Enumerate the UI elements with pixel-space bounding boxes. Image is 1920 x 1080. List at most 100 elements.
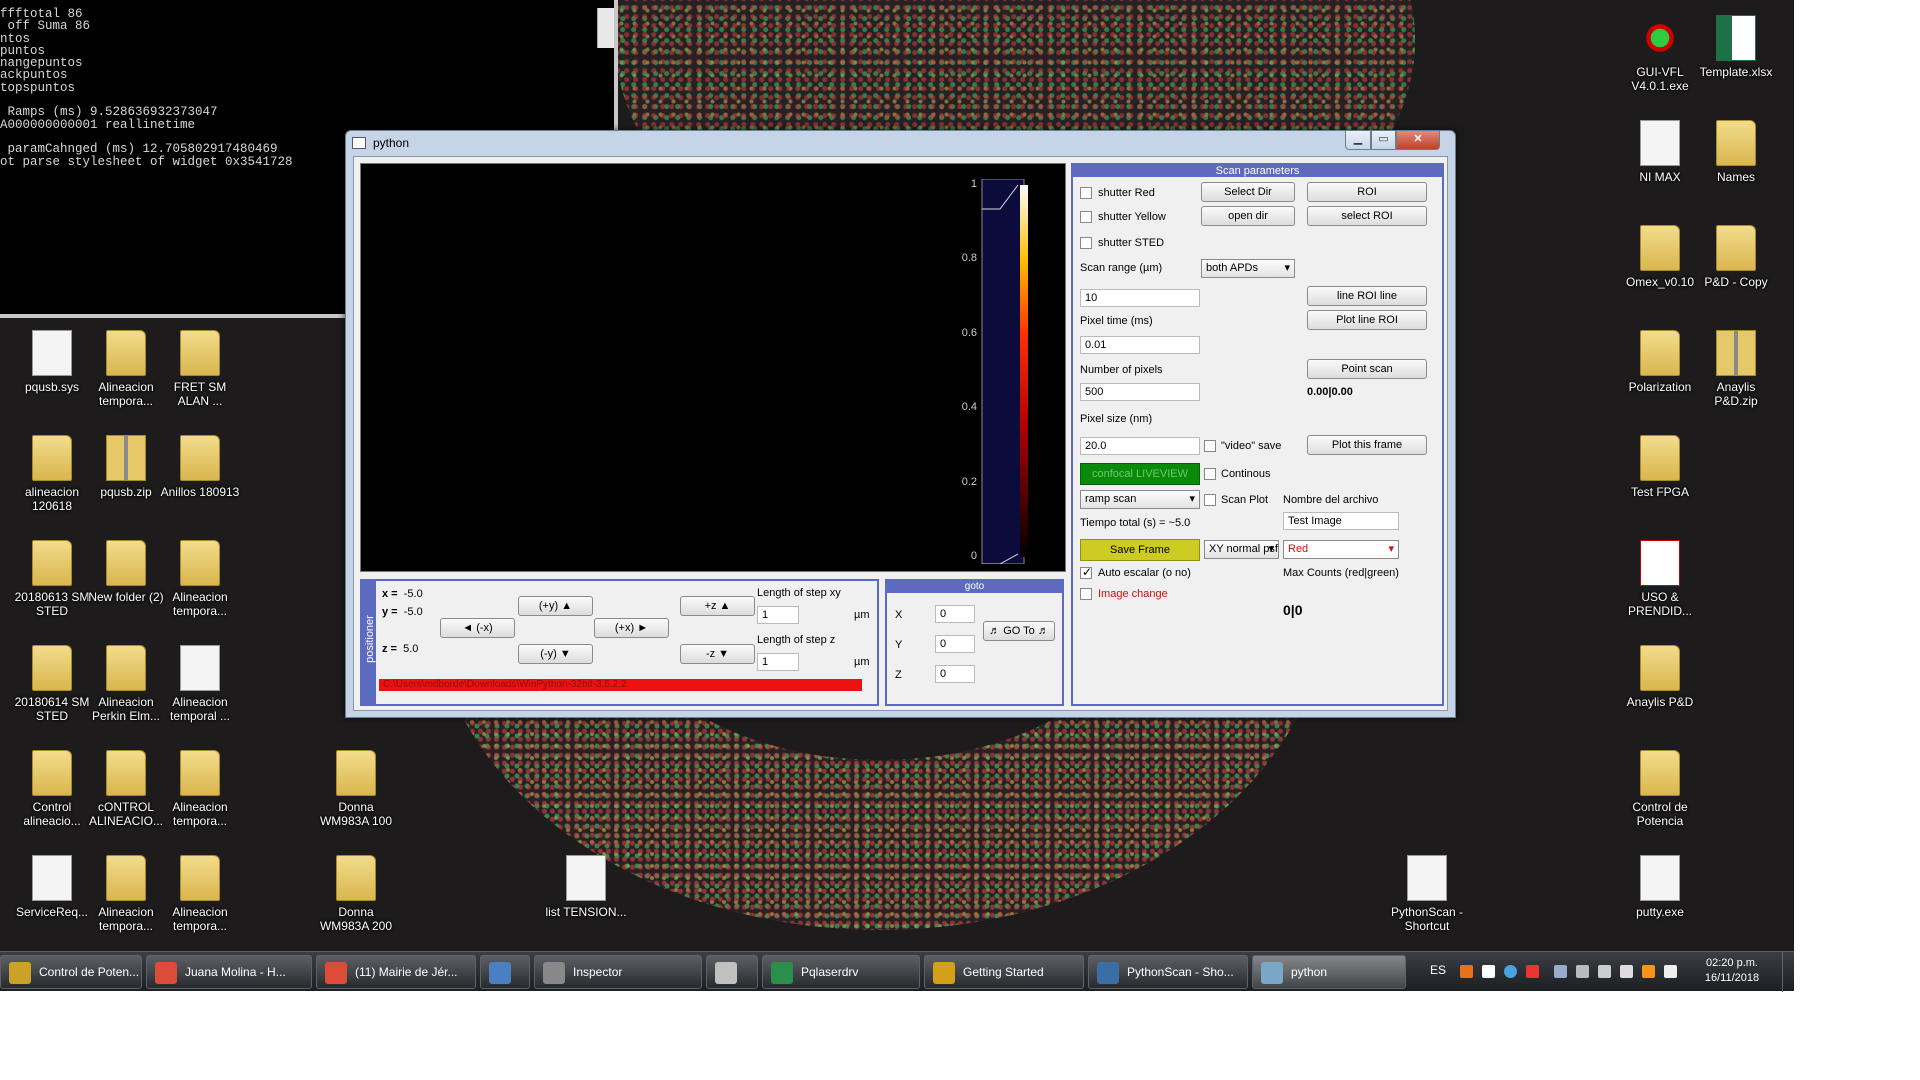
right-desktop-icon[interactable]: Polarization bbox=[1618, 330, 1702, 394]
taskbar-item[interactable]: (11) Mairie de Jér... bbox=[316, 955, 476, 989]
video-save-checkbox[interactable] bbox=[1204, 440, 1216, 452]
taskbar-item[interactable] bbox=[480, 955, 530, 989]
select-dir-button[interactable]: Select Dir bbox=[1201, 182, 1295, 202]
left-desktop-icon[interactable]: New folder (2) bbox=[84, 540, 168, 604]
plot-this-frame-button[interactable]: Plot this frame bbox=[1307, 435, 1427, 455]
left-desktop-icon[interactable]: pqusb.zip bbox=[84, 435, 168, 499]
shutter-yellow-checkbox[interactable] bbox=[1080, 211, 1092, 223]
ramp-scan-select[interactable]: ramp scan bbox=[1080, 490, 1200, 509]
taskbar-item[interactable]: Inspector bbox=[534, 955, 702, 989]
move-minus-x-button[interactable]: ◄ (-x) bbox=[440, 618, 515, 638]
left-desktop-icon[interactable]: ServiceReq... bbox=[10, 855, 94, 919]
action-center-icon[interactable] bbox=[1664, 965, 1677, 978]
goto-y-input[interactable]: 0 bbox=[935, 635, 975, 653]
pixel-size-input[interactable]: 20.0 bbox=[1080, 437, 1200, 455]
move-plus-y-button[interactable]: (+y) ▲ bbox=[518, 596, 593, 616]
auto-scale-checkbox[interactable] bbox=[1080, 565, 1092, 579]
left-desktop-icon[interactable]: Alineacion tempora... bbox=[158, 855, 242, 933]
shutter-red-checkbox[interactable] bbox=[1080, 187, 1092, 199]
left-desktop-icon[interactable]: Alineacion Perkin Elm... bbox=[84, 645, 168, 723]
plot-line-roi-button[interactable]: Plot line ROI bbox=[1307, 310, 1427, 330]
left-desktop-icon[interactable]: Control alineacio... bbox=[10, 750, 94, 828]
taskbar-item[interactable]: PythonScan - Sho... bbox=[1088, 955, 1248, 989]
apd-select[interactable]: both APDs bbox=[1201, 259, 1295, 278]
step-z-input[interactable]: 1 bbox=[757, 653, 799, 671]
tray-app-icon-3[interactable] bbox=[1576, 965, 1589, 978]
left-desktop-icon[interactable]: Alineacion tempora... bbox=[158, 540, 242, 618]
shutter-sted-checkbox[interactable] bbox=[1080, 237, 1092, 249]
right-desktop-icon[interactable]: Test FPGA bbox=[1618, 435, 1702, 499]
point-scan-button[interactable]: Point scan bbox=[1307, 359, 1427, 379]
left-desktop-icon[interactable]: 20180614 SM STED bbox=[10, 645, 94, 723]
left-desktop-icon[interactable]: list TENSION... bbox=[544, 855, 628, 919]
console-scrollbar[interactable] bbox=[597, 8, 614, 48]
right-desktop-icon[interactable]: P&D - Copy bbox=[1694, 225, 1778, 289]
select-roi-button[interactable]: select ROI bbox=[1307, 206, 1427, 226]
goto-x-input[interactable]: 0 bbox=[935, 605, 975, 623]
right-desktop-icon[interactable]: USO & PRENDID... bbox=[1618, 540, 1702, 618]
scan-range-input[interactable]: 10 bbox=[1080, 289, 1200, 307]
move-plus-z-button[interactable]: +z ▲ bbox=[680, 596, 755, 616]
filename-input[interactable]: Test Image bbox=[1283, 512, 1399, 530]
psf-select[interactable]: XY normal psf bbox=[1204, 540, 1279, 559]
left-desktop-icon[interactable]: Alineacion tempora... bbox=[84, 855, 168, 933]
usb-icon[interactable] bbox=[1554, 965, 1567, 978]
left-desktop-icon[interactable]: Alineacion temporal ... bbox=[158, 645, 242, 723]
move-minus-y-button[interactable]: (-y) ▼ bbox=[518, 644, 593, 664]
tray-app-icon-4[interactable] bbox=[1598, 965, 1611, 978]
title-bar[interactable]: python ▁ ▭ ✕ bbox=[346, 131, 1455, 156]
right-desktop-icon[interactable]: Omex_v0.10 bbox=[1618, 225, 1702, 289]
right-desktop-icon[interactable]: putty.exe bbox=[1618, 855, 1702, 919]
step-xy-input[interactable]: 1 bbox=[757, 606, 799, 624]
colorbar[interactable] bbox=[980, 179, 1030, 564]
color-select[interactable]: Red bbox=[1283, 540, 1399, 559]
left-desktop-icon[interactable]: Alineacion tempora... bbox=[84, 330, 168, 408]
right-desktop-icon[interactable]: Template.xlsx bbox=[1694, 15, 1778, 79]
move-minus-z-button[interactable]: -z ▼ bbox=[680, 644, 755, 664]
close-button[interactable]: ✕ bbox=[1396, 131, 1440, 150]
goto-z-input[interactable]: 0 bbox=[935, 665, 975, 683]
roi-button[interactable]: ROI bbox=[1307, 182, 1427, 202]
tray-app-icon-2[interactable] bbox=[1526, 965, 1539, 978]
taskbar-item[interactable]: Pqlaserdrv bbox=[762, 955, 920, 989]
network-icon[interactable] bbox=[1504, 965, 1517, 978]
left-desktop-icon[interactable]: PythonScan - Shortcut bbox=[1385, 855, 1469, 933]
left-desktop-icon[interactable]: Donna WM983A 200 bbox=[314, 855, 398, 933]
taskbar-item[interactable]: Control de Poten... bbox=[0, 955, 142, 989]
left-desktop-icon[interactable]: Alineacion tempora... bbox=[158, 750, 242, 828]
flag-icon[interactable] bbox=[1482, 965, 1495, 978]
taskbar-item[interactable]: Juana Molina - H... bbox=[146, 955, 312, 989]
save-frame-button[interactable]: Save Frame bbox=[1080, 539, 1200, 561]
taskbar-item[interactable] bbox=[706, 955, 758, 989]
left-desktop-icon[interactable]: alineacion 120618 bbox=[10, 435, 94, 513]
left-desktop-icon[interactable]: Donna WM983A 100 bbox=[314, 750, 398, 828]
move-plus-x-button[interactable]: (+x) ► bbox=[594, 618, 669, 638]
right-desktop-icon[interactable]: Anaylis P&D bbox=[1618, 645, 1702, 709]
right-desktop-icon[interactable]: Control de Potencia bbox=[1618, 750, 1702, 828]
right-desktop-icon[interactable]: NI MAX bbox=[1618, 120, 1702, 184]
left-desktop-icon[interactable]: Anillos 180913 bbox=[158, 435, 242, 499]
confocal-liveview-button[interactable]: confocal LIVEVIEW bbox=[1080, 463, 1200, 485]
left-desktop-icon[interactable]: FRET SM ALAN ... bbox=[158, 330, 242, 408]
continous-checkbox[interactable] bbox=[1204, 468, 1216, 480]
tray-app-icon[interactable] bbox=[1460, 965, 1473, 978]
left-desktop-icon[interactable]: 20180613 SM STED bbox=[10, 540, 94, 618]
pixel-time-input[interactable]: 0.01 bbox=[1080, 336, 1200, 354]
left-desktop-icon[interactable]: cONTROL ALINEACIO... bbox=[84, 750, 168, 828]
tray-app-icon-5[interactable] bbox=[1642, 965, 1655, 978]
maximize-button[interactable]: ▭ bbox=[1371, 131, 1396, 150]
right-desktop-icon[interactable]: Anaylis P&D.zip bbox=[1694, 330, 1778, 408]
taskbar-item[interactable]: python bbox=[1252, 955, 1406, 989]
python-window[interactable]: python ▁ ▭ ✕ 1 0.8 0.6 0.4 0.2 0 positio… bbox=[345, 130, 1456, 718]
minimize-button[interactable]: ▁ bbox=[1345, 131, 1371, 150]
language-indicator[interactable]: ES bbox=[1430, 963, 1446, 977]
image-change-checkbox[interactable] bbox=[1080, 588, 1092, 600]
line-roi-line-button[interactable]: line ROI line bbox=[1307, 286, 1427, 306]
clock[interactable]: 02:20 p.m. 16/11/2018 bbox=[1692, 956, 1772, 986]
taskbar-item[interactable]: Getting Started bbox=[924, 955, 1084, 989]
scan-plot-checkbox[interactable] bbox=[1204, 494, 1216, 506]
goto-button[interactable]: ♬ GO To ♬ bbox=[983, 621, 1055, 641]
open-dir-button[interactable]: open dir bbox=[1201, 206, 1295, 226]
left-desktop-icon[interactable]: pqusb.sys bbox=[10, 330, 94, 394]
right-desktop-icon[interactable]: Names bbox=[1694, 120, 1778, 184]
